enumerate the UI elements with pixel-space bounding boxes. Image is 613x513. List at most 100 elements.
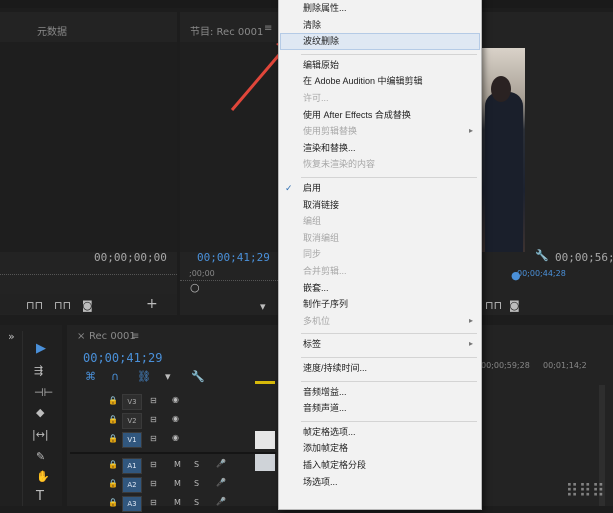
menu-item[interactable]: 渲染和替换... (303, 141, 356, 155)
menu-item[interactable]: 制作子序列 (303, 297, 348, 311)
menu-item[interactable]: 取消链接 (303, 198, 339, 212)
menu-item[interactable]: 启用 (303, 181, 321, 195)
panel-expand-icon[interactable]: » (8, 331, 15, 343)
source-tab-metadata[interactable]: 元数据 (37, 23, 67, 38)
track-target[interactable]: A3 (122, 496, 142, 512)
track-target[interactable]: A1 (122, 458, 142, 474)
overwrite-icon[interactable]: ⊓⊓ (485, 300, 502, 312)
submenu-arrow-icon: ▸ (468, 126, 473, 136)
nest-icon[interactable]: ⌘ (85, 371, 96, 383)
menu-item[interactable]: 帧定格选项... (303, 425, 356, 439)
lock-icon[interactable]: 🔒 (108, 415, 118, 424)
track-target[interactable]: V1 (122, 432, 142, 448)
track-row: 🔒 V1 ⊟ ◉ (70, 430, 276, 449)
slip-icon[interactable]: |↔| (32, 429, 49, 441)
sync-lock-icon[interactable]: ⊟ (150, 479, 157, 488)
tools-panel: » ▶ ⇶ ⊣⊢ ◆ |↔| ✎ ✋ T (0, 325, 62, 506)
menu-separator (301, 380, 477, 382)
submenu-arrow-icon: ▸ (468, 339, 473, 349)
menu-item[interactable]: 速度/持续时间... (303, 361, 367, 375)
track-row: 🔒 A1 ⊟ M S 🎤 (70, 456, 276, 475)
sync-lock-icon[interactable]: ⊟ (150, 396, 157, 405)
track-row: 🔒 A3 ⊟ M S 🎤 (70, 494, 276, 513)
ripple-edit-icon[interactable]: ⊣⊢ (34, 387, 53, 399)
add-icon[interactable]: + (146, 297, 158, 311)
menu-item[interactable]: 删除属性... (303, 1, 347, 15)
program-title: 节目: Rec 0001 (190, 27, 264, 38)
camera-icon[interactable]: ◙ (509, 300, 520, 312)
lock-icon[interactable]: 🔒 (108, 396, 118, 405)
menu-item: 取消编组 (303, 232, 340, 243)
magnet-icon[interactable]: ∩ (111, 371, 119, 383)
sequence-menu-icon[interactable]: ≡ (131, 331, 139, 342)
insert-icon[interactable]: ⊓⊓ (26, 300, 43, 312)
menu-item[interactable]: 使用 After Effects 合成替换 (303, 108, 411, 122)
camera-icon[interactable]: ◙ (82, 300, 93, 312)
razor-icon[interactable]: ◆ (36, 407, 44, 419)
menu-item[interactable]: 场选项... (303, 475, 338, 489)
mic-icon[interactable]: 🎤 (216, 478, 226, 487)
track-target[interactable]: V2 (122, 413, 142, 429)
eye-icon[interactable]: ◉ (172, 433, 179, 442)
ruler-mark-1: 00;00;59;28 (481, 361, 530, 370)
mute-button[interactable]: M (174, 479, 181, 488)
linked-selection-icon[interactable]: ⛓ (137, 371, 151, 383)
menu-item: 恢复未渲染的内容 (303, 159, 376, 170)
tool-column-divider (22, 331, 23, 506)
program-ruler-start: ;00;00 (189, 269, 215, 278)
program-duration-timecode: 00;00;56;0 (555, 251, 613, 264)
program-menu-icon[interactable]: ≡ (264, 23, 272, 34)
menu-separator (301, 420, 477, 422)
lock-icon[interactable]: 🔒 (108, 479, 118, 488)
solo-button[interactable]: S (194, 479, 199, 488)
source-ruler (0, 274, 177, 283)
program-video-area (180, 42, 278, 252)
mic-icon[interactable]: 🎤 (216, 459, 226, 468)
menu-item: 同步 (303, 249, 322, 260)
track-target[interactable]: A2 (122, 477, 142, 493)
wrench-icon[interactable]: 🔧 (191, 371, 205, 383)
mute-button[interactable]: M (174, 460, 181, 469)
sequence-close-icon[interactable]: × (77, 331, 85, 342)
eye-icon[interactable]: ◉ (172, 414, 179, 423)
program-current-timecode[interactable]: 00;00;41;29 (197, 251, 270, 264)
sequence-tab[interactable]: Rec 0001 (89, 331, 136, 342)
sync-lock-icon[interactable]: ⊟ (150, 460, 157, 469)
add-marker-icon[interactable]: ▾ (165, 371, 171, 383)
solo-button[interactable]: S (194, 460, 199, 469)
track-target[interactable]: V3 (122, 394, 142, 410)
menu-item: 编组 (303, 216, 322, 227)
menu-item[interactable]: 波纹删除 (303, 34, 339, 48)
playhead-marker[interactable]: ○ (190, 282, 200, 294)
menu-item[interactable]: 添加帧定格 (303, 441, 348, 455)
selection-tool-icon[interactable]: ▶ (36, 342, 46, 355)
menu-item[interactable]: 嵌套... (303, 281, 329, 295)
wrench-icon[interactable]: 🔧 (535, 250, 549, 262)
type-icon[interactable]: T (36, 490, 44, 503)
pen-icon[interactable]: ✎ (36, 451, 45, 463)
menu-item[interactable]: 音频声道... (303, 401, 347, 415)
sync-lock-icon[interactable]: ⊟ (150, 415, 157, 424)
menu-item[interactable]: 编辑原始 (303, 58, 339, 72)
hand-icon[interactable]: ✋ (36, 471, 50, 483)
sync-lock-icon[interactable]: ⊟ (150, 434, 157, 443)
context-menu: 删除属性... 清除 波纹删除 编辑原始在 Adobe Audition 中编辑剪辑许… (278, 0, 482, 510)
track-divider (70, 452, 276, 454)
menu-item[interactable]: 在 Adobe Audition 中编辑剪辑 (303, 74, 423, 88)
menu-item[interactable]: 音频增益... (303, 385, 347, 399)
eye-icon[interactable]: ◉ (172, 395, 179, 404)
menu-item[interactable]: 插入帧定格分段 (303, 458, 366, 472)
watermark: ⠿⠿⠿ (565, 481, 605, 502)
menu-separator (301, 357, 477, 358)
lock-icon[interactable]: 🔒 (108, 434, 118, 443)
menu-item[interactable]: 标签 (303, 337, 321, 351)
track-select-icon[interactable]: ⇶ (34, 365, 43, 377)
overwrite-icon[interactable]: ⊓⊓ (54, 300, 71, 312)
person-figure (485, 92, 523, 252)
menu-item[interactable]: 清除 (303, 18, 321, 32)
play-range-handle[interactable]: ● (511, 270, 521, 282)
mic-icon[interactable]: 🎤 (216, 497, 226, 506)
lock-icon[interactable]: 🔒 (108, 460, 118, 469)
marker-icon[interactable]: ▾ (260, 301, 266, 313)
timeline-timecode[interactable]: 00;00;41;29 (83, 351, 162, 365)
